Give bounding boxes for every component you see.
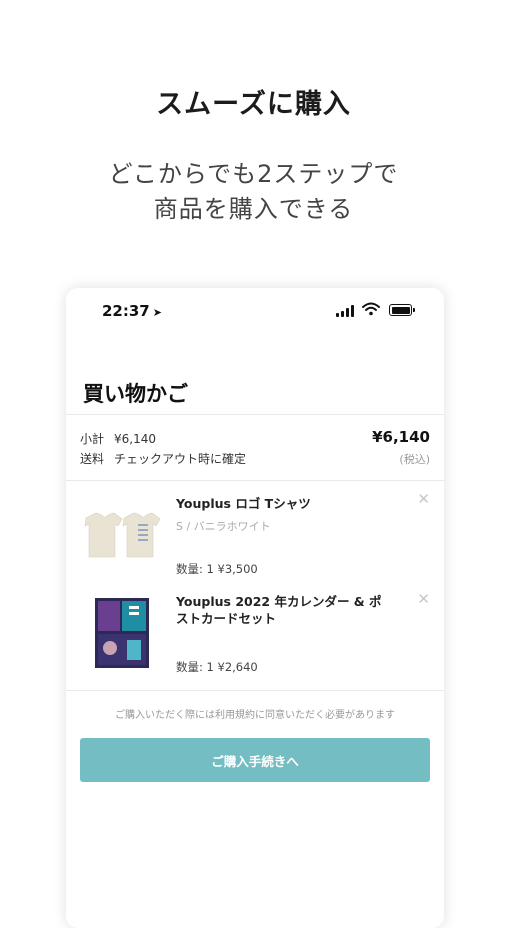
promo-subline-2: 商品を購入できる bbox=[153, 195, 354, 223]
tax-note: (税込) bbox=[399, 453, 430, 466]
status-time-text: 22:37 bbox=[102, 302, 150, 320]
item-variant: S / バニラホワイト bbox=[176, 520, 271, 533]
terms-notice: ご購入いただく際には利用規約に同意いただく必要があります bbox=[115, 710, 395, 721]
item-quantity-price: 数量: 1 ¥3,500 bbox=[176, 562, 258, 576]
status-time: 22:37 ➤ bbox=[102, 302, 162, 320]
divider bbox=[66, 690, 444, 691]
location-arrow-icon: ➤ bbox=[152, 306, 162, 319]
item-name[interactable]: Youplus 2022 年カレンダー & ポストカードセット bbox=[176, 593, 391, 627]
divider bbox=[66, 480, 444, 481]
phone-screen: 22:37 ➤ 買い物かご 小計 ¥6,140 送料 チェックアウト時に確定 ¥6,1… bbox=[66, 288, 444, 928]
checkout-button[interactable]: ご購入手続きへ bbox=[80, 738, 430, 782]
shipping-label: 送料 bbox=[80, 452, 105, 466]
divider bbox=[66, 414, 444, 415]
subtotal-value: ¥6,140 bbox=[114, 432, 157, 446]
cart-total: ¥6,140 bbox=[372, 428, 430, 446]
subtotal-label: 小計 bbox=[80, 432, 105, 446]
promo-headline: スムーズに購入 bbox=[156, 89, 351, 120]
cart-title: 買い物かご bbox=[83, 382, 188, 406]
tshirt-image bbox=[84, 512, 161, 558]
signal-icon bbox=[336, 305, 356, 317]
battery-icon bbox=[389, 304, 415, 316]
remove-item-icon[interactable]: ✕ bbox=[417, 490, 430, 508]
item-quantity-price: 数量: 1 ¥2,640 bbox=[176, 660, 258, 674]
subtotal-row: 小計 ¥6,140 bbox=[80, 430, 156, 447]
promo-subline-1: どこからでも2ステップで bbox=[108, 160, 399, 188]
shipping-value: チェックアウト時に確定 bbox=[114, 452, 247, 466]
remove-item-icon[interactable]: ✕ bbox=[417, 590, 430, 608]
calendar-image bbox=[95, 598, 149, 668]
item-name[interactable]: Youplus ロゴ Tシャツ bbox=[176, 495, 391, 512]
wifi-icon bbox=[362, 302, 380, 316]
shipping-row: 送料 チェックアウト時に確定 bbox=[80, 450, 246, 467]
